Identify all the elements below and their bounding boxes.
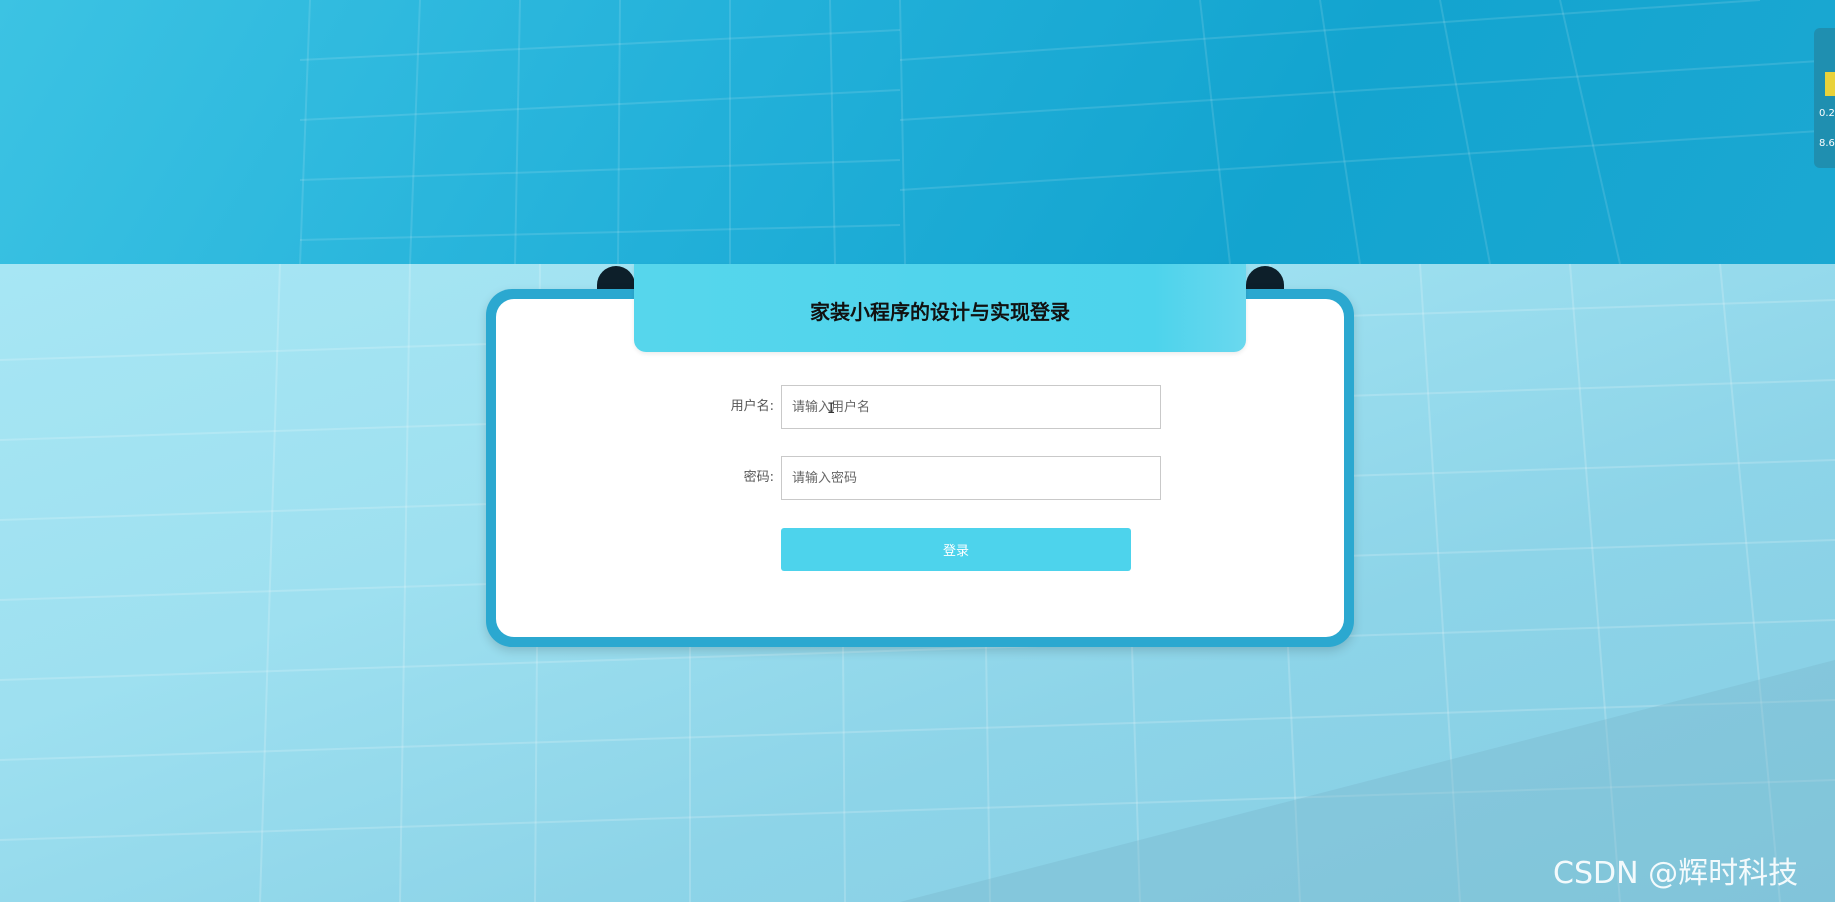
widget-value-2: 8.6 (1819, 138, 1835, 149)
widget-value-1: 0.2 (1819, 108, 1835, 119)
password-label: 密码: (743, 470, 774, 485)
password-input[interactable] (781, 456, 1161, 500)
title-banner: 家装小程序的设计与实现登录 (634, 264, 1246, 352)
login-button[interactable]: 登录 (781, 528, 1131, 571)
login-page: 0.2 8.6 家装小程序的设计与实现登录 用户名: 密码: 登录 I CSDN… (0, 0, 1835, 902)
battery-icon (1825, 72, 1835, 96)
side-monitor-widget[interactable]: 0.2 8.6 (1814, 28, 1835, 168)
watermark: CSDN @辉时科技 (1553, 856, 1799, 891)
username-label: 用户名: (730, 399, 774, 414)
username-input[interactable] (781, 385, 1161, 429)
page-title: 家装小程序的设计与实现登录 (810, 300, 1070, 324)
text-cursor-icon: I (827, 401, 836, 417)
